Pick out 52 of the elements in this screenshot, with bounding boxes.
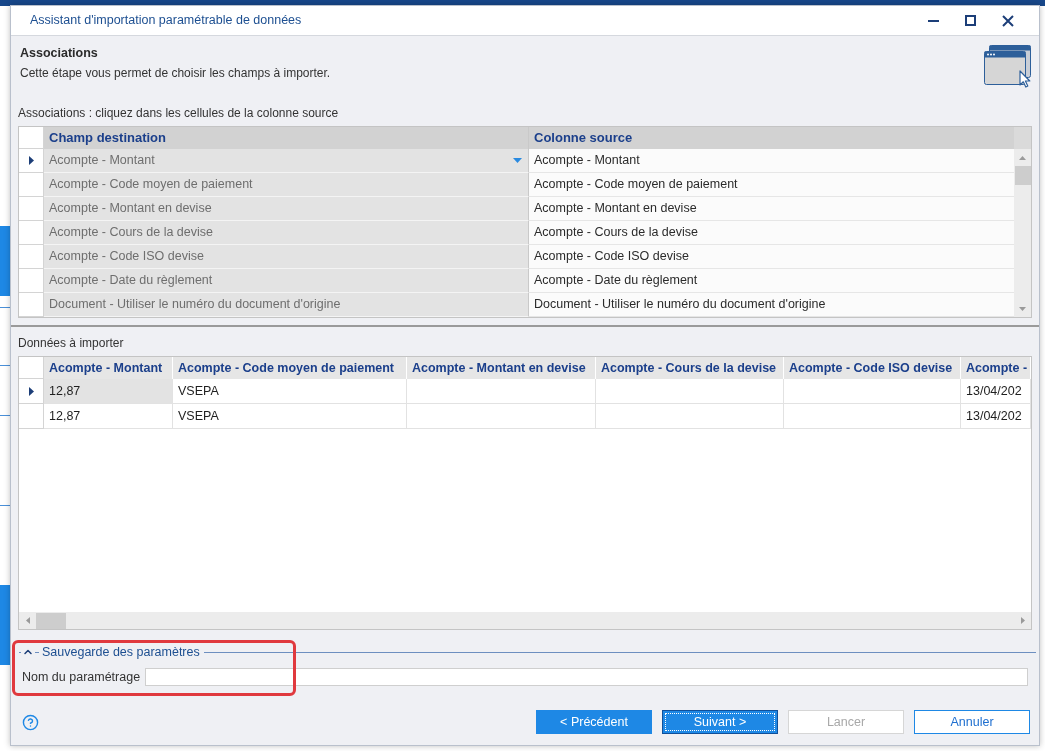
scroll-up-icon[interactable] xyxy=(1019,155,1026,160)
vertical-scrollbar[interactable] xyxy=(1014,149,1031,317)
name-input[interactable] xyxy=(145,668,1028,686)
row-header[interactable] xyxy=(19,149,44,173)
table-cell[interactable]: Acompte - Date du règlement xyxy=(529,269,1014,293)
table-cell[interactable]: Acompte - Code ISO devise xyxy=(529,245,1014,269)
table-cell[interactable]: 12,87 xyxy=(44,404,173,429)
row-pointer-icon xyxy=(28,156,34,165)
background-tile xyxy=(0,226,10,296)
table-cell[interactable]: Document - Utiliser le numéro du document d'origine xyxy=(529,293,1014,317)
table-cell[interactable]: Acompte - Code moyen de paiement xyxy=(44,173,529,197)
grid-caption: Données à importer xyxy=(18,336,124,351)
row-pointer-icon xyxy=(28,386,34,396)
close-icon xyxy=(1001,14,1014,27)
table-cell[interactable]: Acompte - Code moyen de paiement xyxy=(529,173,1014,197)
table-cell[interactable]: VSEPA xyxy=(173,379,407,404)
table-cell[interactable]: Acompte - Code ISO devise xyxy=(44,245,529,269)
table-cell[interactable]: 13/04/202 xyxy=(961,379,1031,404)
maximize-icon xyxy=(965,15,976,26)
table-cell[interactable]: VSEPA xyxy=(173,404,407,429)
dialog-button[interactable]: Annuler xyxy=(914,710,1030,734)
scroll-down-icon[interactable] xyxy=(1019,306,1026,311)
grid-caption: Associations : cliquez dans les cellules de la colonne source xyxy=(18,106,339,121)
group-title: Sauvegarde des paramètres xyxy=(42,643,200,661)
scroll-right-icon[interactable] xyxy=(1020,617,1025,624)
minimize-icon xyxy=(928,19,939,22)
table-cell[interactable]: Acompte - Montant xyxy=(529,149,1014,173)
window-title: Assistant d'importation paramétrable de données xyxy=(30,12,302,30)
table-cell[interactable]: Acompte - Cours de la devise xyxy=(529,221,1014,245)
cell-text: Acompte - Montant xyxy=(49,152,155,170)
dialog-button[interactable]: Suivant > xyxy=(662,710,778,734)
scrollbar-thumb[interactable] xyxy=(36,612,66,629)
help-icon[interactable] xyxy=(22,713,39,731)
table-cell[interactable]: Acompte - Montant en devise xyxy=(529,197,1014,221)
field-label: Nom du paramétrage xyxy=(22,668,141,686)
table-cell[interactable]: Acompte - Date du règlement xyxy=(44,269,529,293)
horizontal-scrollbar[interactable] xyxy=(19,612,1031,629)
table-cell[interactable]: Acompte - Cours de la devise xyxy=(44,221,529,245)
table-cell[interactable]: Acompte - Montant en devise xyxy=(44,197,529,221)
step-description: Cette étape vous permet de choisir les champs à importer. xyxy=(20,66,331,81)
step-title: Associations xyxy=(20,46,98,61)
table-cell[interactable]: 12,87 xyxy=(44,379,173,404)
table-cell[interactable]: Document - Utiliser le numéro du document d'origine xyxy=(44,293,529,317)
dropdown-caret-icon[interactable] xyxy=(513,158,522,163)
scroll-left-icon[interactable] xyxy=(25,617,30,624)
dropdown-cell[interactable]: Acompte - Montant xyxy=(44,149,529,173)
table-cell[interactable]: 13/04/202 xyxy=(961,404,1031,429)
scrollbar-thumb[interactable] xyxy=(1014,166,1031,185)
dialog-button[interactable]: < Précédent xyxy=(536,710,652,734)
window-cursor-icon xyxy=(984,45,1032,88)
row-header[interactable] xyxy=(19,379,44,404)
column-header[interactable]: Colonne source xyxy=(529,127,1014,149)
